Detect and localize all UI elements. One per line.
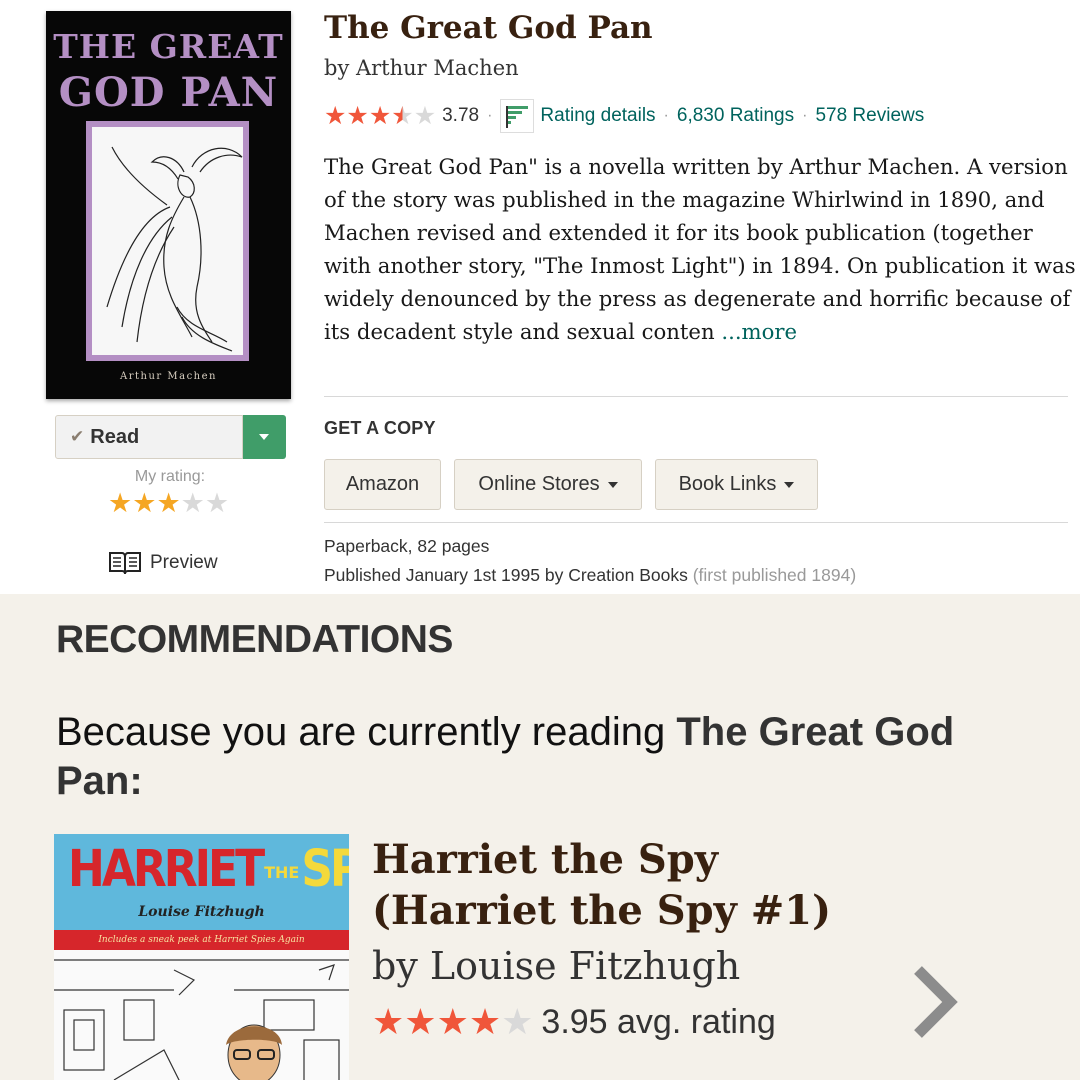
star-icon: ★ (368, 102, 392, 130)
star-icon[interactable]: ★ (181, 488, 205, 518)
chevron-right-icon[interactable] (906, 962, 962, 1042)
star-icon[interactable]: ★ (205, 488, 229, 518)
star-icon: ★ (413, 102, 437, 130)
cover-title-line1: THE GREAT (53, 27, 284, 66)
reviews-count-link[interactable]: 578 Reviews (815, 105, 924, 127)
amazon-button[interactable]: Amazon (324, 459, 441, 510)
star-icon[interactable]: ★ (132, 488, 156, 518)
star-icon[interactable]: ★ (108, 488, 132, 518)
book-description: The Great God Pan" is a novella written … (324, 150, 1076, 348)
average-rating: 3.78 (442, 105, 480, 126)
first-published-text: (first published 1894) (692, 565, 857, 585)
separator: · (802, 107, 808, 124)
check-icon: ✔ (70, 427, 85, 446)
cover-illustration-frame (86, 121, 249, 361)
rec-cover-illustration (54, 950, 349, 1080)
star-icon: ★ (436, 1001, 469, 1042)
recommended-rating-stars: ★ ★ ★ ★ ★ (372, 1002, 533, 1042)
book-cover[interactable]: THE GREAT GOD PAN Arthur Machen (46, 11, 291, 399)
rating-details-link[interactable]: Rating details (540, 105, 655, 127)
separator: · (663, 107, 669, 124)
rating-details-icon[interactable] (500, 99, 535, 133)
star-icon: ★ (468, 1001, 502, 1042)
recommended-book-rating: ★ ★ ★ ★ ★ 3.95 avg. rating (372, 1002, 776, 1042)
more-link[interactable]: ...more (721, 319, 797, 344)
open-book-icon (109, 552, 141, 575)
rating-summary: ★ ★ ★ ★ ★ 3.78 · Rating details · 6,830 … (324, 99, 924, 133)
book-links-button[interactable]: Book Links (655, 459, 818, 510)
shelf-status-label: Read (90, 425, 140, 448)
amazon-label: Amazon (345, 473, 420, 495)
book-title: The Great God Pan (324, 10, 653, 46)
book-detail: THE GREAT GOD PAN Arthur Machen ✔ Read M… (0, 0, 1080, 594)
divider (324, 522, 1068, 523)
recommended-book-title[interactable]: Harriet the Spy (Harriet the Spy #1) (372, 834, 892, 936)
rec-cover-title-c: SPY (301, 840, 349, 899)
star-icon: ★ (501, 1001, 534, 1042)
separator: · (487, 107, 493, 124)
preview-button[interactable]: Preview (108, 550, 218, 576)
pan-drawing (106, 146, 243, 352)
dropdown-arrow-icon[interactable] (243, 415, 286, 459)
rec-cover-title-a: HARRIET (68, 840, 265, 899)
rec-cover-title-b: THE (264, 862, 300, 882)
get-a-copy-heading: GET A COPY (324, 418, 436, 438)
recommendations-section: RECOMMENDATIONS Because you are currentl… (0, 594, 1080, 1080)
publication-info: Published January 1st 1995 by Creation B… (324, 565, 856, 586)
rec-cover-author: Louise Fitzhugh (138, 904, 265, 920)
star-icon: ★ (372, 1001, 405, 1042)
published-text: Published January 1st 1995 by Creation B… (324, 565, 688, 585)
online-stores-button[interactable]: Online Stores (454, 459, 642, 510)
recommended-book-cover[interactable]: HARRIETTHESPY Louise Fitzhugh Includes a… (54, 834, 349, 1080)
star-icon[interactable]: ★ (156, 488, 180, 518)
cover-illustration (92, 127, 243, 355)
recommendation-reason: Because you are currently reading The Gr… (56, 708, 956, 806)
book-format: Paperback, 82 pages (324, 536, 490, 556)
caret-down-icon (784, 481, 795, 488)
star-icon: ★ (391, 102, 414, 130)
caret-down-icon (607, 481, 618, 488)
star-icon: ★ (324, 102, 347, 130)
rec-cover-band: Includes a sneak peek at Harriet Spies A… (54, 930, 349, 950)
book-author[interactable]: by Arthur Machen (324, 56, 519, 80)
because-prefix: Because you are currently reading (56, 710, 666, 754)
rec-cover-title: HARRIETTHESPY (68, 840, 349, 899)
recommendations-heading: RECOMMENDATIONS (56, 618, 453, 661)
recommended-book-author[interactable]: by Louise Fitzhugh (372, 944, 740, 988)
star-icon: ★ (346, 102, 369, 130)
divider (324, 396, 1068, 397)
shelf-status-button[interactable]: ✔ Read (55, 415, 243, 459)
recommended-average-rating: 3.95 avg. rating (541, 1002, 776, 1041)
average-rating-stars: ★ ★ ★ ★ ★ (324, 101, 436, 131)
because-suffix: : (129, 759, 143, 803)
ratings-count-link[interactable]: 6,830 Ratings (677, 105, 794, 127)
my-rating-stars[interactable]: ★ ★ ★ ★ ★ (108, 488, 229, 518)
book-links-label: Book Links (678, 473, 777, 495)
preview-label: Preview (150, 552, 218, 573)
my-rating-label: My rating: (134, 468, 206, 485)
star-icon: ★ (404, 1001, 437, 1042)
cover-title-line2: GOD PAN (58, 69, 279, 116)
cover-author: Arthur Machen (120, 371, 217, 382)
description-text: The Great God Pan" is a novella written … (324, 154, 1076, 344)
online-stores-label: Online Stores (478, 473, 600, 495)
